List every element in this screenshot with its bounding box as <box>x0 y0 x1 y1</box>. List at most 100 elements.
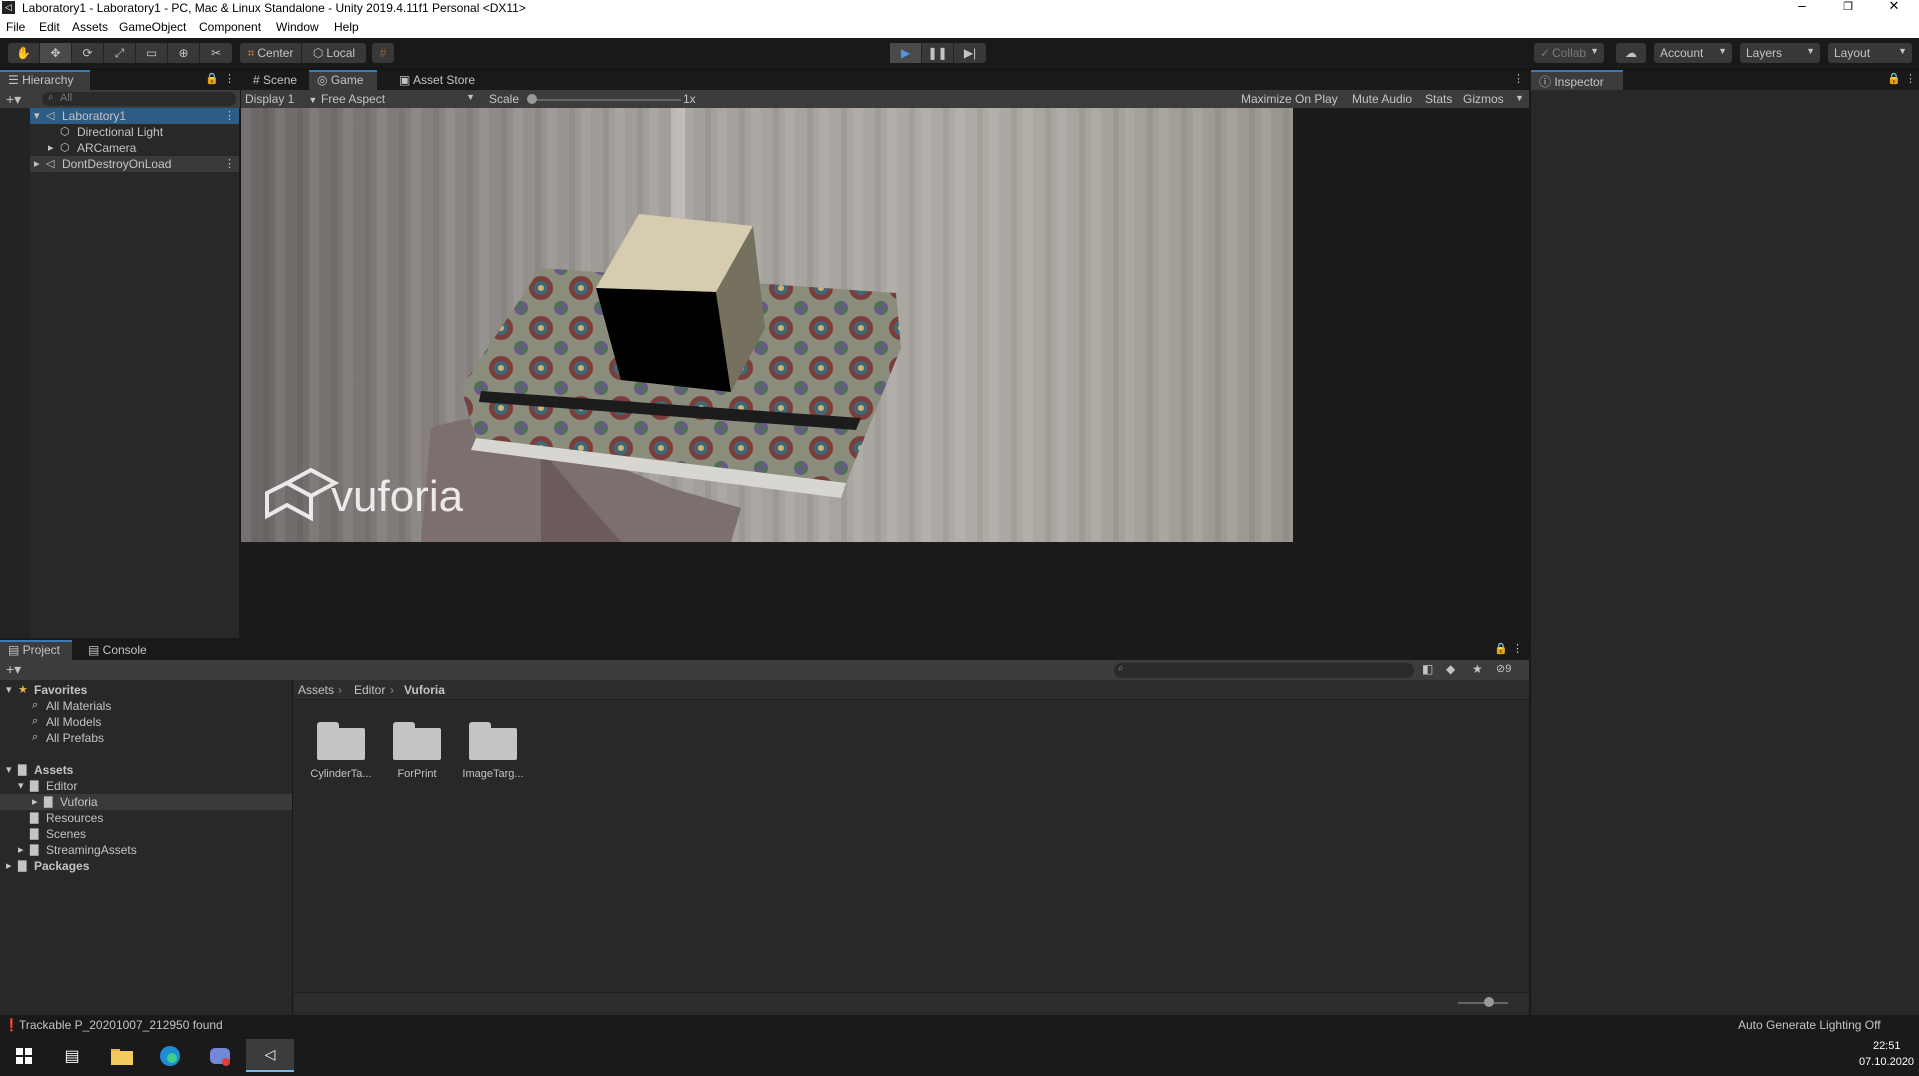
rect-tool-icon[interactable]: ▭ <box>136 43 168 63</box>
stats-toggle[interactable]: Stats <box>1425 92 1452 106</box>
search-by-type-icon[interactable]: ◧ <box>1422 662 1433 676</box>
folder-item[interactable]: CylinderTa... <box>306 722 376 780</box>
gizmos-toggle[interactable]: Gizmos <box>1463 92 1504 106</box>
hidden-packages-toggle[interactable]: ⊘9 <box>1496 662 1511 675</box>
hierarchy-item-arcamera[interactable]: ▸ ⬡ ARCamera <box>0 140 239 156</box>
kebab-menu-icon[interactable]: ⋮ <box>1513 72 1524 85</box>
tree-favorite-all-models[interactable]: ⌕ All Models <box>0 714 292 730</box>
favorite-star-icon[interactable]: ★ <box>1472 662 1483 676</box>
hand-tool-icon[interactable]: ✋ <box>8 43 40 63</box>
tab-project[interactable]: ▤ Project <box>0 640 72 660</box>
maximize-on-play-toggle[interactable]: Maximize On Play <box>1241 92 1338 106</box>
project-tree: ▾ ★ Favorites ⌕ All Materials ⌕ All Mode… <box>0 680 293 1015</box>
hierarchy-search-input[interactable]: ⌕ All <box>42 92 236 106</box>
custom-tool-icon[interactable]: ✂ <box>200 43 232 63</box>
pivot-local-button[interactable]: ⬡ Local <box>302 43 366 63</box>
task-view-icon[interactable]: ▤ <box>48 1039 96 1072</box>
kebab-menu-icon[interactable]: ⋮ <box>224 72 235 85</box>
breadcrumb-assets[interactable]: Assets <box>298 683 334 697</box>
menu-file[interactable]: File <box>6 20 25 34</box>
account-dropdown[interactable]: Account ▼ <box>1654 43 1732 63</box>
unity-taskbar-icon[interactable]: ◁ <box>246 1039 294 1072</box>
tree-assets[interactable]: ▾ ▇ Assets <box>0 762 292 778</box>
lock-icon[interactable]: 🔒 <box>1887 72 1901 85</box>
menu-gameobject[interactable]: GameObject <box>119 20 186 34</box>
layers-dropdown[interactable]: Layers ▼ <box>1740 43 1820 63</box>
add-icon[interactable]: +▾ <box>6 91 21 108</box>
menu-help[interactable]: Help <box>334 20 359 34</box>
hierarchy-item-laboratory1[interactable]: ▾ ◁ Laboratory1 ⋮ <box>0 108 239 124</box>
clock-date[interactable]: 07.10.2020 <box>1859 1056 1914 1068</box>
aspect-dropdown[interactable]: Free Aspect ▼ <box>321 92 481 106</box>
collab-dropdown[interactable]: ✓ Collab ▼ <box>1534 43 1604 63</box>
close-button[interactable]: ✕ <box>1872 0 1916 16</box>
menu-component[interactable]: Component <box>199 20 261 34</box>
tab-game[interactable]: ◎ Game <box>309 70 377 90</box>
step-button[interactable]: ▶| <box>954 43 986 63</box>
aspect-label: Free Aspect <box>321 92 386 106</box>
scale-slider-thumb[interactable] <box>527 94 537 104</box>
search-by-label-icon[interactable]: ◆ <box>1446 662 1455 676</box>
game-view-render[interactable]: vuforia <box>241 108 1293 542</box>
kebab-menu-icon[interactable]: ⋮ <box>1512 642 1523 655</box>
lock-icon[interactable]: 🔒 <box>205 72 219 85</box>
tree-favorite-all-prefabs[interactable]: ⌕ All Prefabs <box>0 730 292 746</box>
menu-window[interactable]: Window <box>276 20 319 34</box>
minimize-button[interactable]: – <box>1780 0 1824 15</box>
mute-audio-toggle[interactable]: Mute Audio <box>1352 92 1412 106</box>
hierarchy-item-dontdestroyonload[interactable]: ▸ ◁ DontDestroyOnLoad ⋮ <box>0 156 239 172</box>
chevron-down-icon[interactable]: ▼ <box>1515 93 1524 103</box>
breadcrumb-editor[interactable]: Editor <box>354 683 385 697</box>
tree-scenes[interactable]: ▇ Scenes <box>0 826 292 842</box>
tree-streaming-assets[interactable]: ▸ ▇ StreamingAssets <box>0 842 292 858</box>
tree-vuforia[interactable]: ▸ ▇ Vuforia <box>0 794 292 810</box>
grid-snap-icon[interactable]: # <box>372 43 394 63</box>
folder-item[interactable]: ImageTarg... <box>458 722 528 780</box>
cloud-button[interactable]: ☁ <box>1616 43 1646 63</box>
breadcrumb-vuforia[interactable]: Vuforia <box>404 683 445 697</box>
scale-tool-icon[interactable]: ⤢ <box>104 43 136 63</box>
tab-hierarchy[interactable]: ☰ Hierarchy <box>0 70 90 90</box>
tree-favorites[interactable]: ▾ ★ Favorites <box>0 682 292 698</box>
layout-dropdown[interactable]: Layout ▼ <box>1828 43 1912 63</box>
file-explorer-icon[interactable] <box>98 1039 146 1072</box>
tree-editor[interactable]: ▾ ▇ Editor <box>0 778 292 794</box>
pause-button[interactable]: ❚❚ <box>922 43 954 63</box>
status-message[interactable]: Trackable P_20201007_212950 found <box>19 1018 223 1032</box>
hierarchy-item-directional-light[interactable]: ⬡ Directional Light <box>0 124 239 140</box>
play-button[interactable]: ▶ <box>890 43 922 63</box>
game-panel: # Scene ◎ Game ▣ Asset Store ⋮ Display 1… <box>241 70 1529 638</box>
discord-app-icon[interactable] <box>196 1039 244 1072</box>
clock-time[interactable]: 22:51 <box>1873 1040 1901 1052</box>
tab-scene[interactable]: # Scene <box>245 70 305 90</box>
edge-browser-icon[interactable] <box>146 1039 194 1072</box>
tab-asset-store[interactable]: ▣ Asset Store <box>391 70 481 90</box>
project-search-input[interactable]: ⌕ <box>1114 663 1414 678</box>
vuforia-label: Vuforia <box>60 795 98 809</box>
kebab-menu-icon[interactable]: ⋮ <box>224 157 235 170</box>
scale-slider-track[interactable] <box>531 99 681 101</box>
kebab-menu-icon[interactable]: ⋮ <box>1905 72 1916 85</box>
add-icon[interactable]: +▾ <box>6 661 21 678</box>
tree-resources[interactable]: ▇ Resources <box>0 810 292 826</box>
lighting-status[interactable]: Auto Generate Lighting Off <box>1738 1018 1881 1032</box>
pivot-center-button[interactable]: ⌗ Center <box>240 43 302 63</box>
tree-favorite-all-materials[interactable]: ⌕ All Materials <box>0 698 292 714</box>
windows-start-icon[interactable] <box>0 1039 48 1072</box>
display-dropdown[interactable]: Display 1 ▼ <box>245 92 317 106</box>
move-tool-icon[interactable]: ✥ <box>40 43 72 63</box>
icon-size-slider-track[interactable] <box>1458 1002 1508 1004</box>
menu-edit[interactable]: Edit <box>39 20 60 34</box>
icon-size-slider-thumb[interactable] <box>1484 997 1494 1007</box>
tree-packages[interactable]: ▸ ▇ Packages <box>0 858 292 874</box>
folder-item[interactable]: ForPrint <box>382 722 452 780</box>
rotate-tool-icon[interactable]: ⟳ <box>72 43 104 63</box>
menu-assets[interactable]: Assets <box>72 20 108 34</box>
tab-inspector[interactable]: ⓘ Inspector <box>1531 70 1623 90</box>
inspector-tab-label: Inspector <box>1554 75 1604 89</box>
kebab-menu-icon[interactable]: ⋮ <box>224 109 235 122</box>
project-tabbar: ▤ Project ▤ Console 🔒 ⋮ <box>0 640 1529 660</box>
lock-icon[interactable]: 🔒 <box>1494 642 1508 655</box>
transform-tool-icon[interactable]: ⊕ <box>168 43 200 63</box>
tab-console[interactable]: ▤ Console <box>80 640 160 660</box>
